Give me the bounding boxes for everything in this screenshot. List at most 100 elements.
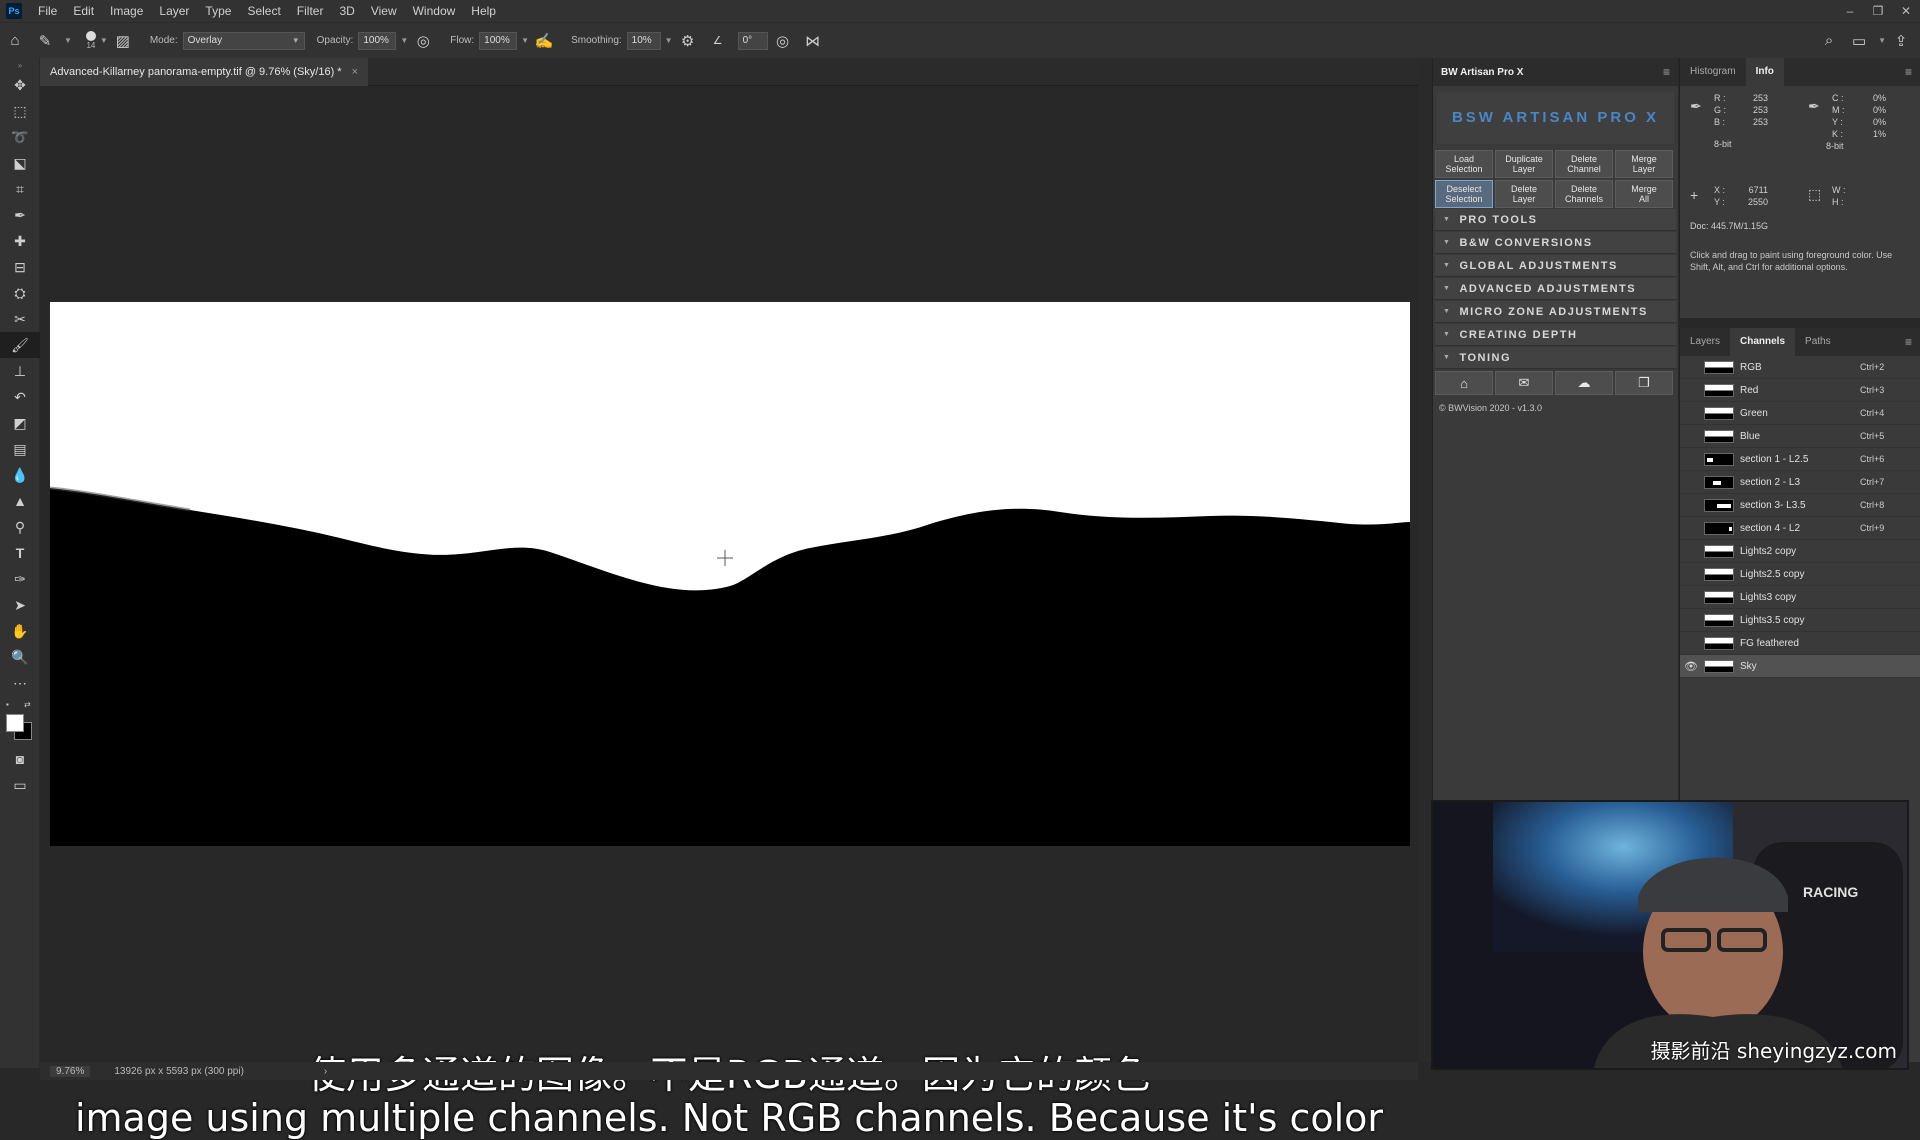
home-icon[interactable]: ⌂ <box>4 30 26 52</box>
tab-layers[interactable]: Layers <box>1680 328 1730 356</box>
blur-tool-icon[interactable]: 💧 <box>0 462 40 488</box>
flow-input[interactable]: 100% <box>479 31 518 50</box>
swap-colors-icon[interactable]: ⇄ <box>24 700 31 709</box>
opacity-input[interactable]: 100% <box>358 31 397 50</box>
dodge-tool-icon[interactable]: ⚲ <box>0 514 40 540</box>
lasso-tool-icon[interactable]: ➰ <box>0 124 40 150</box>
tab-paths[interactable]: Paths <box>1795 328 1841 356</box>
menu-file[interactable]: File <box>30 0 65 22</box>
clone-stamp-tool-icon[interactable]: ⊥ <box>0 358 40 384</box>
brush-size-picker[interactable]: 14 <box>85 31 96 50</box>
channel-row[interactable]: RGB Ctrl+2 <box>1680 356 1920 379</box>
search-icon[interactable]: ⌕ <box>1818 30 1840 52</box>
cloud-download-icon[interactable]: ☁ <box>1555 371 1613 395</box>
channel-row[interactable]: 👁 Sky <box>1680 655 1920 678</box>
menu-help[interactable]: Help <box>463 0 504 22</box>
delete-layer-button[interactable]: Delete Layer <box>1495 180 1553 208</box>
channel-row[interactable]: section 3- L3.5 Ctrl+8 <box>1680 494 1920 517</box>
gradient-tool-icon[interactable]: ▤ <box>0 436 40 462</box>
history-brush-tool-icon[interactable]: ↶ <box>0 384 40 410</box>
section-micro-zone-adjustments[interactable]: ▼ MICRO ZONE ADJUSTMENTS <box>1435 301 1676 323</box>
path-selection-tool-icon[interactable]: ➤ <box>0 592 40 618</box>
brush-tool-icon[interactable]: 🖌 <box>0 332 40 358</box>
healing-brush-tool-icon[interactable]: ✚ <box>0 228 40 254</box>
workspace-icon[interactable]: ▭ <box>1848 30 1870 52</box>
smoothing-caret-icon[interactable]: ▼ <box>665 36 673 45</box>
move-tool-icon[interactable]: ✥ <box>0 72 40 98</box>
channel-row[interactable]: Lights3 copy <box>1680 586 1920 609</box>
status-menu-arrow-icon[interactable]: › <box>324 1066 327 1077</box>
minimize-button[interactable]: – <box>1836 4 1864 18</box>
smoothing-options-gear-icon[interactable]: ⚙ <box>677 30 699 52</box>
zoom-level[interactable]: 9.76% <box>50 1065 91 1077</box>
load-selection-button[interactable]: Load Selection <box>1435 150 1493 178</box>
info-panel-menu-icon[interactable]: ≡ <box>1905 65 1912 79</box>
home-icon[interactable]: ⌂ <box>1435 371 1493 395</box>
perspective-tool-icon[interactable]: ✂ <box>0 306 40 332</box>
delete-channel-button[interactable]: Delete Channel <box>1555 150 1613 178</box>
sharpen-tool-icon[interactable]: ▲ <box>0 488 40 514</box>
more-tools-icon[interactable]: ⋯ <box>0 670 40 696</box>
marquee-tool-icon[interactable]: ⬚ <box>0 98 40 124</box>
content-aware-move-icon[interactable]: ⛭ <box>0 280 40 306</box>
channel-row[interactable]: Lights3.5 copy <box>1680 609 1920 632</box>
eraser-tool-icon[interactable]: ◩ <box>0 410 40 436</box>
type-tool-icon[interactable]: T <box>0 540 40 566</box>
section-creating-depth[interactable]: ▼ CREATING DEPTH <box>1435 324 1676 346</box>
patch-tool-icon[interactable]: ⊟ <box>0 254 40 280</box>
close-window-button[interactable]: ✕ <box>1892 4 1920 18</box>
artisan-panel-menu-icon[interactable]: ≡ <box>1663 65 1670 79</box>
pen-tool-icon[interactable]: ✑ <box>0 566 40 592</box>
section-pro-tools[interactable]: ▼ PRO TOOLS <box>1435 209 1676 231</box>
channel-row[interactable]: Blue Ctrl+5 <box>1680 425 1920 448</box>
canvas-area[interactable]: 使用多通道的图像。不是RGB通道。因为它的颜色 image using mult… <box>40 86 1418 1140</box>
mode-select[interactable]: Overlay ▼ <box>182 31 305 50</box>
section-advanced-adjustments[interactable]: ▼ ADVANCED ADJUSTMENTS <box>1435 278 1676 300</box>
cmyk-eyedropper-icon[interactable]: ✒ <box>1808 98 1820 115</box>
menu-layer[interactable]: Layer <box>151 0 197 22</box>
channel-row[interactable]: Lights2.5 copy <box>1680 563 1920 586</box>
tab-info[interactable]: Info <box>1745 58 1784 86</box>
menu-select[interactable]: Select <box>239 0 288 22</box>
pressure-size-icon[interactable]: ◎ <box>772 30 794 52</box>
section-bw-conversions[interactable]: ▼ B&W CONVERSIONS <box>1435 232 1676 254</box>
rgb-eyedropper-icon[interactable]: ✒ <box>1690 98 1702 115</box>
quick-mask-icon[interactable]: ◙ <box>0 746 40 772</box>
screen-mode-icon[interactable]: ▭ <box>0 772 40 798</box>
eyedropper-tool-icon[interactable]: ✒ <box>0 202 40 228</box>
document-tab[interactable]: Advanced-Killarney panorama-empty.tif @ … <box>40 58 369 86</box>
merge-layer-button[interactable]: Merge Layer <box>1615 150 1673 178</box>
pressure-opacity-icon[interactable]: ◎ <box>412 30 434 52</box>
deselect-selection-button[interactable]: Deselect Selection <box>1435 180 1493 208</box>
document-close-icon[interactable]: × <box>352 66 358 78</box>
delete-channels-button[interactable]: Delete Channels <box>1555 180 1613 208</box>
channel-row[interactable]: section 1 - L2.5 Ctrl+6 <box>1680 448 1920 471</box>
channel-row[interactable]: FG feathered <box>1680 632 1920 655</box>
symmetry-butterfly-icon[interactable]: ⋈ <box>802 30 824 52</box>
opacity-caret-icon[interactable]: ▼ <box>400 36 408 45</box>
menu-edit[interactable]: Edit <box>65 0 102 22</box>
restore-button[interactable]: ❐ <box>1864 4 1892 18</box>
object-selection-tool-icon[interactable]: ⬕ <box>0 150 40 176</box>
foreground-color-swatch[interactable] <box>6 714 24 732</box>
angle-input[interactable]: 0° <box>737 31 768 50</box>
smoothing-input[interactable]: 10% <box>626 31 661 50</box>
artisan-tab[interactable]: BW Artisan Pro X <box>1441 67 1523 78</box>
section-toning[interactable]: ▼ TONING <box>1435 347 1676 369</box>
brush-size-caret-icon[interactable]: ▼ <box>100 36 108 45</box>
crop-tool-icon[interactable]: ⌗ <box>0 176 40 202</box>
eye-visible-icon[interactable]: 👁 <box>1680 660 1702 673</box>
default-colors-icon[interactable]: ▪ <box>6 700 9 709</box>
tab-channels[interactable]: Channels <box>1730 328 1796 356</box>
workspace-caret-icon[interactable]: ▼ <box>1878 36 1886 45</box>
flow-caret-icon[interactable]: ▼ <box>521 36 529 45</box>
menu-window[interactable]: Window <box>405 0 464 22</box>
hand-tool-icon[interactable]: ✋ <box>0 618 40 644</box>
zoom-tool-icon[interactable]: 🔍 <box>0 644 40 670</box>
duplicate-layer-button[interactable]: Duplicate Layer <box>1495 150 1553 178</box>
menu-image[interactable]: Image <box>102 0 151 22</box>
menu-type[interactable]: Type <box>197 0 239 22</box>
brush-preset-caret-icon[interactable]: ▼ <box>64 36 72 45</box>
channel-row[interactable]: Lights2 copy <box>1680 540 1920 563</box>
document-image-sky-channel[interactable] <box>50 302 1410 846</box>
